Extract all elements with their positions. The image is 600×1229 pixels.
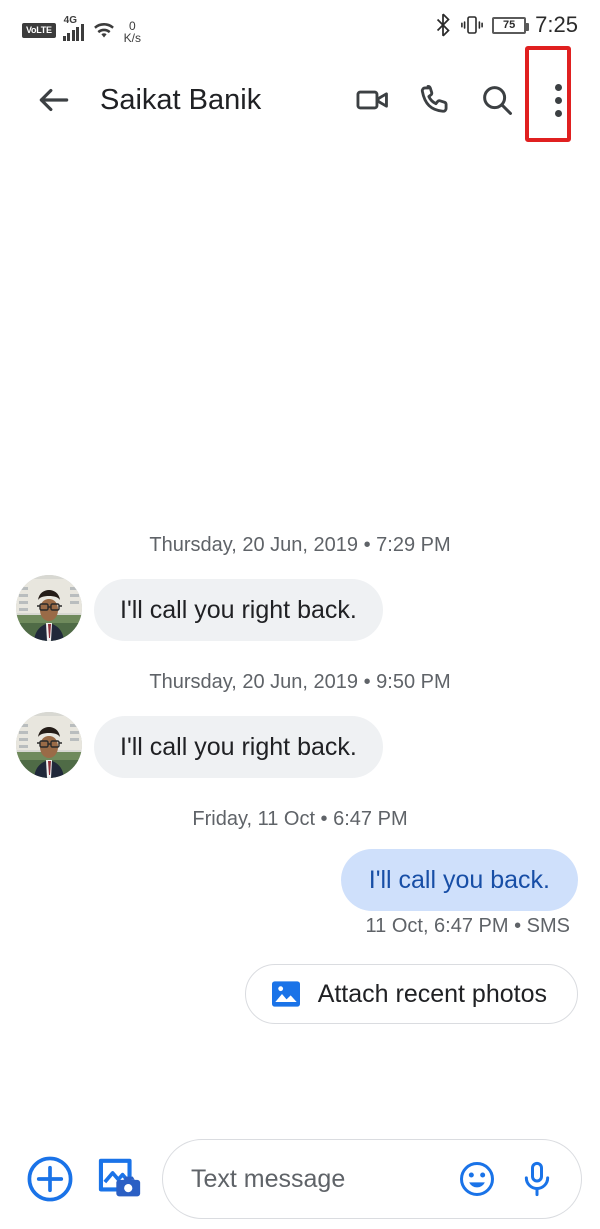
video-call-icon <box>356 90 388 110</box>
signal-bars-icon: 4G <box>62 15 84 42</box>
message-row-incoming: I'll call you right back. <box>16 575 584 641</box>
message-row-incoming: I'll call you right back. <box>16 712 584 778</box>
signal-bar-group <box>62 24 84 41</box>
battery-icon: 75 <box>492 16 530 34</box>
message-timestamp: Friday, 11 Oct • 6:47 PM <box>192 808 408 830</box>
status-bar: VoLTE 4G 0 K/s 75 7:25 <box>0 0 600 50</box>
image-icon <box>271 981 300 1007</box>
plus-circle-icon <box>27 1156 73 1202</box>
clock-label: 7:25 <box>535 12 578 37</box>
vibrate-icon <box>461 16 484 34</box>
attach-recent-photos-chip[interactable]: Attach recent photos <box>244 964 578 1024</box>
message-bubble[interactable]: I'll call you back. <box>340 849 578 911</box>
voice-input-button[interactable] <box>515 1157 559 1201</box>
message-delivery-status: 11 Oct, 6:47 PM • SMS <box>365 915 570 937</box>
message-timestamp: Thursday, 20 Jun, 2019 • 9:50 PM <box>149 671 451 693</box>
back-button[interactable] <box>28 74 80 126</box>
gallery-camera-button[interactable] <box>92 1151 148 1207</box>
battery-percent-label: 75 <box>503 19 516 31</box>
app-bar: Saikat Banik <box>0 46 600 148</box>
chip-label: Attach recent photos <box>317 979 547 1008</box>
message-timestamp: Thursday, 20 Jun, 2019 • 7:29 PM <box>149 534 451 556</box>
messages-conversation-screen: VoLTE 4G 0 K/s 75 7:25 Saikat Banik Thur… <box>0 0 600 1229</box>
phone-call-icon <box>420 84 448 113</box>
emoji-icon <box>459 1161 495 1197</box>
status-bar-right: 75 7:25 <box>434 12 578 38</box>
avatar-image <box>16 712 82 778</box>
data-rate-unit: K/s <box>123 31 142 45</box>
emoji-button[interactable] <box>455 1157 499 1201</box>
add-attachment-button[interactable] <box>22 1151 78 1207</box>
volte-icon: VoLTE <box>22 23 56 38</box>
highlight-box <box>525 46 571 142</box>
message-input-field[interactable]: Text message <box>162 1139 582 1219</box>
suggestion-chip-row: Attach recent photos <box>16 964 584 1024</box>
phone-call-button[interactable] <box>404 69 466 131</box>
wifi-icon <box>93 22 114 38</box>
bluetooth-icon <box>437 13 450 37</box>
message-input-placeholder: Text message <box>191 1164 346 1193</box>
gallery-camera-icon <box>98 1158 141 1197</box>
search-button[interactable] <box>466 69 528 131</box>
back-arrow-icon <box>39 88 69 112</box>
more-options-button[interactable] <box>525 46 588 142</box>
app-bar-actions <box>342 46 600 142</box>
more-options-icon <box>554 83 562 117</box>
compose-bar: Text message <box>0 1129 600 1229</box>
message-bubble[interactable]: I'll call you right back. <box>94 716 383 778</box>
thread-empty-space <box>16 148 584 534</box>
contact-avatar[interactable] <box>16 712 82 778</box>
message-thread[interactable]: Thursday, 20 Jun, 2019 • 7:29 PM I'll ca… <box>0 148 600 1129</box>
status-bar-left: VoLTE 4G 0 K/s <box>22 8 141 44</box>
video-call-button[interactable] <box>342 69 404 131</box>
search-icon <box>483 86 512 115</box>
avatar-image <box>16 575 82 641</box>
page-title[interactable]: Saikat Banik <box>100 84 261 117</box>
data-rate-indicator: 0 K/s <box>124 20 141 44</box>
contact-avatar[interactable] <box>16 575 82 641</box>
message-row-outgoing: I'll call you back. <box>16 849 584 911</box>
microphone-icon <box>524 1161 550 1197</box>
message-bubble[interactable]: I'll call you right back. <box>94 579 383 641</box>
